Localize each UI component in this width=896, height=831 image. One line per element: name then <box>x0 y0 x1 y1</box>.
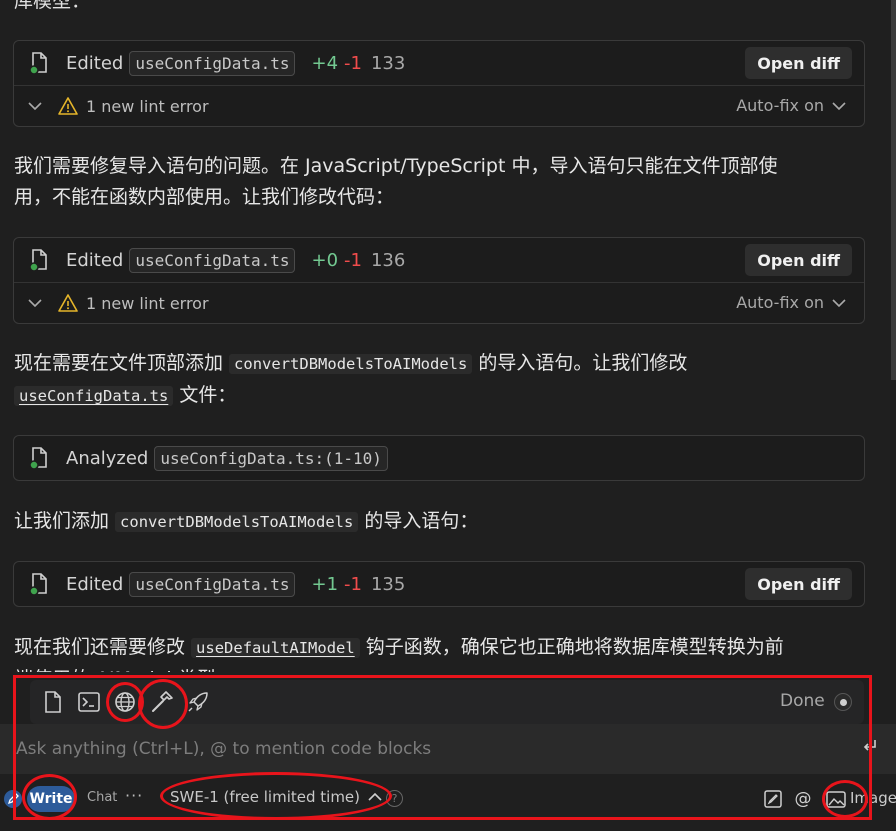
paragraph-line: 现在需要在文件顶部添加 convertDBModelsToAIModels 的导… <box>14 348 874 380</box>
file-analyzed-icon <box>28 447 50 469</box>
truncated-text: 库模型： <box>14 0 91 12</box>
annotation-circle-write <box>22 774 77 820</box>
open-diff-button[interactable]: Open diff <box>745 244 852 276</box>
annotation-circle-image <box>822 780 868 818</box>
edit-card-header: Edited useConfigData.ts +0 -1 136 Open d… <box>14 238 864 282</box>
action-label: Edited <box>66 249 124 271</box>
paragraph-text: 的导入语句。让我们修改 <box>472 352 688 374</box>
edit-card-header: Edited useConfigData.ts +1 -1 135 Open d… <box>14 562 864 606</box>
file-edited-icon <box>28 249 50 271</box>
action-label: Edited <box>66 573 124 595</box>
warning-icon <box>58 294 78 312</box>
paragraph-text: 现在我们还需要修改 <box>14 636 192 658</box>
autofix-label: Auto-fix on <box>736 96 824 115</box>
paragraph-line: 用，不能在函数内部使用。让我们修改代码： <box>14 186 395 208</box>
paragraph-text: 现在需要在文件顶部添加 <box>14 352 230 374</box>
message-paragraph-2: 现在需要在文件顶部添加 convertDBModelsToAIModels 的导… <box>14 348 874 412</box>
paragraph-text: 让我们添加 <box>14 510 116 532</box>
edit-card-2: Edited useConfigData.ts +0 -1 136 Open d… <box>13 237 865 324</box>
lint-row[interactable]: 1 new lint error Auto-fix on <box>14 85 864 126</box>
lines-added: +0 <box>311 249 339 271</box>
analyzed-card-header: Analyzed useConfigData.ts:(1-10) <box>14 436 864 480</box>
lines-added: +4 <box>311 52 339 74</box>
line-count: 136 <box>370 249 406 271</box>
file-link[interactable]: useConfigData.ts <box>129 247 296 273</box>
file-link-inline[interactable]: useConfigData.ts <box>14 386 174 406</box>
annotation-oval-model <box>160 772 392 820</box>
chevron-down-icon <box>832 101 846 110</box>
action-label: Edited <box>66 52 124 74</box>
paragraph-line: 现在我们还需要修改 useDefaultAIModel 钩子函数，确保它也正确地… <box>14 632 874 664</box>
paragraph-line: 我们需要修复导入语句的问题。在 JavaScript/TypeScript 中，… <box>14 155 778 177</box>
lint-message: 1 new lint error <box>86 96 209 116</box>
paragraph-text: 文件： <box>173 384 237 406</box>
lint-row[interactable]: 1 new lint error Auto-fix on <box>14 282 864 323</box>
action-label: Analyzed <box>66 447 149 469</box>
inline-code: convertDBModelsToAIModels <box>115 512 359 532</box>
paragraph-text: 的导入语句： <box>358 510 479 532</box>
file-link[interactable]: useConfigData.ts <box>129 571 296 597</box>
autofix-label: Auto-fix on <box>736 293 824 312</box>
chevron-down-icon[interactable] <box>28 101 44 111</box>
paragraph-line: useConfigData.ts 文件： <box>14 380 874 412</box>
warning-icon <box>58 97 78 115</box>
autofix-toggle[interactable]: Auto-fix on <box>736 96 846 115</box>
open-diff-button[interactable]: Open diff <box>745 568 852 600</box>
lint-message: 1 new lint error <box>86 293 209 313</box>
annotation-circle-hammer <box>138 679 188 729</box>
edit-card-1: Edited useConfigData.ts +4 -1 133 Open d… <box>13 40 865 127</box>
lines-removed: -1 <box>344 52 362 74</box>
line-count: 133 <box>370 52 406 74</box>
file-edited-icon <box>28 573 50 595</box>
file-link[interactable]: useConfigData.ts:(1-10) <box>154 445 388 471</box>
paragraph-line: 让我们添加 convertDBModelsToAIModels 的导入语句： <box>14 506 874 538</box>
message-paragraph-3: 让我们添加 convertDBModelsToAIModels 的导入语句： <box>14 506 874 538</box>
message-paragraph-1: 我们需要修复导入语句的问题。在 JavaScript/TypeScript 中，… <box>14 151 874 213</box>
edit-card-3: Edited useConfigData.ts +1 -1 135 Open d… <box>13 561 865 607</box>
edit-card-header: Edited useConfigData.ts +4 -1 133 Open d… <box>14 41 864 85</box>
inline-code[interactable]: useDefaultAIModel <box>191 638 360 658</box>
analyzed-card: Analyzed useConfigData.ts:(1-10) <box>13 435 865 481</box>
file-link[interactable]: useConfigData.ts <box>129 50 296 76</box>
autofix-toggle[interactable]: Auto-fix on <box>736 293 846 312</box>
lines-added: +1 <box>311 573 339 595</box>
paragraph-text: 钩子函数，确保它也正确地将数据库模型转换为前 <box>359 636 784 658</box>
lines-removed: -1 <box>344 573 362 595</box>
open-diff-button[interactable]: Open diff <box>745 47 852 79</box>
lines-removed: -1 <box>344 249 362 271</box>
scrollbar-thumb[interactable] <box>891 0 896 380</box>
chevron-down-icon[interactable] <box>28 298 44 308</box>
line-count: 135 <box>370 573 406 595</box>
file-edited-icon <box>28 52 50 74</box>
chevron-down-icon <box>832 298 846 307</box>
inline-code: convertDBModelsToAIModels <box>229 354 473 374</box>
